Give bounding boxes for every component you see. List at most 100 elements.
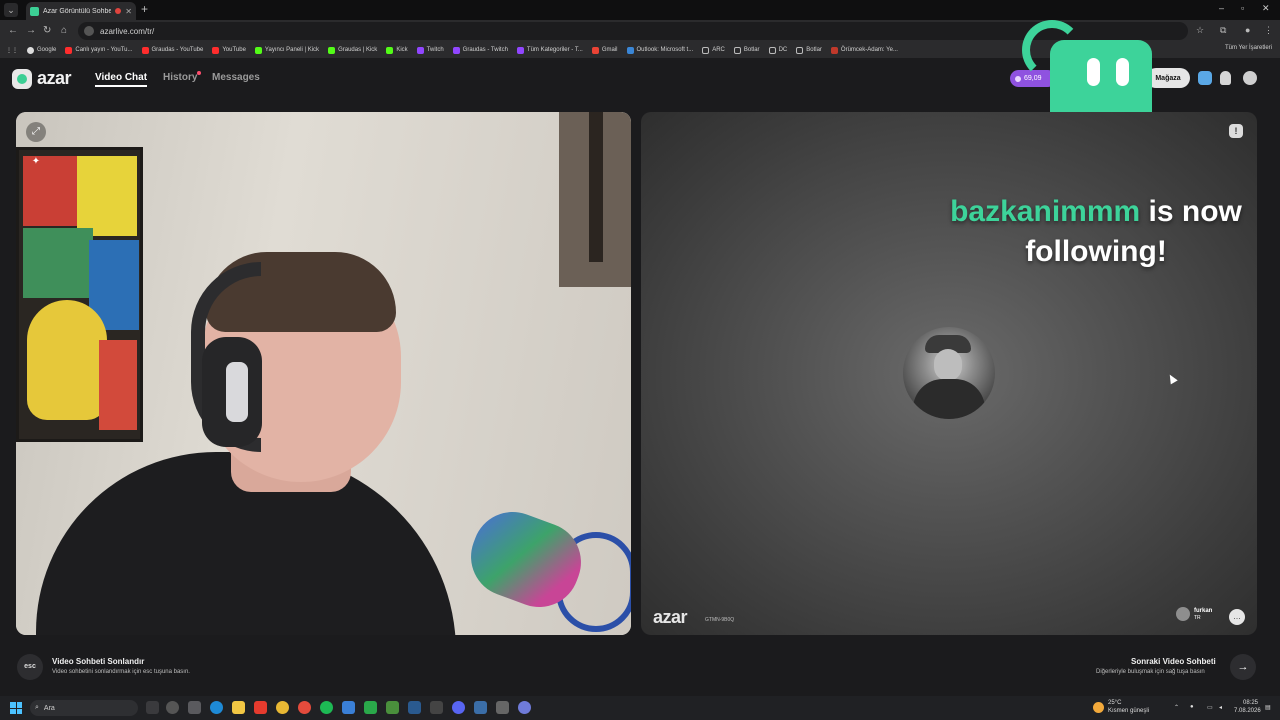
next-chat-title: Sonraki Video Sohbeti: [1131, 657, 1216, 666]
store-app-icon[interactable]: [188, 701, 201, 714]
close-window-icon[interactable]: ✕: [1262, 3, 1270, 14]
maximize-icon[interactable]: ▫: [1241, 3, 1244, 13]
bookmark-label: Botlar: [806, 47, 822, 53]
bookmark-label: Tüm Kategoriler - T...: [526, 47, 583, 53]
bookmark-item[interactable]: Twitch: [416, 46, 444, 54]
new-tab-icon[interactable]: +: [141, 2, 148, 16]
youtube-app-icon[interactable]: [254, 701, 267, 714]
peer-avatar: [1176, 607, 1190, 621]
avatar-face: [934, 349, 962, 381]
bookmark-folder[interactable]: Botlar: [733, 46, 760, 54]
xbox-icon[interactable]: [364, 701, 377, 714]
bookmark-folder[interactable]: ARC: [702, 46, 725, 54]
extensions-icon[interactable]: ⧉: [1220, 25, 1226, 36]
file-explorer-icon[interactable]: [232, 701, 245, 714]
back-icon[interactable]: ←: [8, 25, 18, 36]
bell-icon[interactable]: [1220, 71, 1231, 85]
chrome-icon[interactable]: [276, 701, 289, 714]
nav-messages[interactable]: Messages: [212, 72, 260, 83]
weather-text: Kısmen güneşli: [1108, 708, 1150, 714]
search-icon: ⌕: [35, 704, 39, 711]
start-icon[interactable]: [10, 702, 22, 714]
app-icon[interactable]: [386, 701, 399, 714]
app-icon[interactable]: [474, 701, 487, 714]
site-info-icon[interactable]: [84, 26, 94, 36]
reload-icon[interactable]: ↻: [43, 25, 51, 36]
bookmark-item[interactable]: Canlı yayın - YouTu...: [65, 46, 133, 54]
bookmark-item[interactable]: Google: [27, 46, 56, 54]
bookmark-item[interactable]: Graudas | Kick: [328, 46, 377, 54]
twitch-icon: [516, 46, 524, 54]
bookmark-item[interactable]: Yayıncı Paneli | Kick: [254, 46, 319, 54]
profile-icon[interactable]: ●: [1245, 25, 1250, 35]
apps-grid-icon[interactable]: ⋮⋮: [6, 47, 18, 54]
magic-wand-icon[interactable]: ✦: [26, 152, 46, 172]
bookmark-label: Canlı yayın - YouTu...: [75, 47, 133, 53]
bookmark-label: YouTube: [222, 47, 246, 53]
app-icon[interactable]: [430, 701, 443, 714]
browser-menu-icon[interactable]: ⋮: [1264, 25, 1273, 36]
bookmark-item[interactable]: Gmail: [591, 46, 618, 54]
painting-shape: [77, 156, 137, 236]
home-icon[interactable]: ⌂: [61, 25, 67, 36]
close-tab-icon[interactable]: ✕: [125, 7, 132, 16]
browser-tab[interactable]: Azar Görüntülü Sohbet & V ✕: [26, 2, 136, 20]
tab-list-icon[interactable]: ⌄: [4, 3, 18, 17]
microphone-tray-icon[interactable]: ●: [1190, 704, 1194, 710]
bookmark-star-icon[interactable]: ☆: [1196, 25, 1204, 36]
app-icon[interactable]: [298, 701, 311, 714]
minimize-icon[interactable]: –: [1219, 3, 1224, 13]
volume-icon[interactable]: ◂: [1219, 704, 1222, 711]
url-field[interactable]: azarlive.com/tr/: [78, 22, 1188, 40]
app-icon[interactable]: [496, 701, 509, 714]
guitar-neck: [589, 112, 603, 262]
user-profile-icon[interactable]: [1243, 71, 1257, 85]
bookmark-item[interactable]: Graudas - YouTube: [141, 46, 203, 54]
next-chat-button[interactable]: →: [1230, 654, 1256, 680]
spotify-icon[interactable]: [320, 701, 333, 714]
weather-icon[interactable]: [1093, 702, 1104, 713]
media-icon[interactable]: [166, 701, 179, 714]
chat-icon[interactable]: …: [1229, 609, 1245, 625]
expand-icon[interactable]: ⤢: [26, 122, 46, 142]
bookmark-label: Gmail: [601, 47, 618, 53]
bookmark-item[interactable]: YouTube: [212, 46, 246, 54]
chat-bubble-icon[interactable]: [1198, 71, 1212, 85]
discord-icon[interactable]: [452, 701, 465, 714]
forward-icon[interactable]: →: [26, 25, 36, 36]
report-shield-icon[interactable]: !: [1229, 124, 1243, 138]
notification-dot: [197, 71, 201, 75]
store-button[interactable]: Mağaza: [1146, 68, 1190, 88]
bookmark-item[interactable]: Kick: [386, 46, 408, 54]
painting-shape: [27, 300, 107, 420]
bookmark-item[interactable]: Outlook: Microsoft t...: [626, 46, 693, 54]
app-icon[interactable]: [518, 701, 531, 714]
all-bookmarks-folder[interactable]: Tüm Yer İşaretleri: [1225, 45, 1272, 51]
tray-chevron-icon[interactable]: ⌃: [1174, 704, 1179, 711]
follow-alert: bazkanimmm is now following!: [931, 192, 1257, 272]
network-icon[interactable]: ▭: [1207, 704, 1213, 711]
azar-favicon-icon: [30, 6, 39, 16]
nav-history[interactable]: History: [163, 72, 197, 83]
steam-icon[interactable]: [408, 701, 421, 714]
taskbar-search[interactable]: ⌕ Ara: [30, 700, 138, 716]
end-chat-button[interactable]: esc: [17, 654, 43, 680]
bookmark-folder[interactable]: Botlar: [796, 46, 822, 54]
taskbar: ⌕ Ara 25°C Kısmen güneşli ⌃ ● ▭ ◂ 08:25 …: [0, 696, 1280, 720]
app-icon[interactable]: [342, 701, 355, 714]
bookmark-item[interactable]: Graudas - Twitch: [452, 46, 508, 54]
azar-logo[interactable]: azar: [12, 68, 72, 89]
nav-video-chat[interactable]: Video Chat: [95, 72, 148, 87]
edge-icon[interactable]: [210, 701, 223, 714]
bookmark-item[interactable]: Örümcek-Adam: Ye...: [830, 46, 898, 54]
bookmark-folder[interactable]: DC: [768, 46, 787, 54]
folder-icon: [702, 46, 710, 54]
folder-icon: [768, 46, 776, 54]
bookmark-item[interactable]: Tüm Kategoriler - T...: [516, 46, 583, 54]
kick-icon: [386, 46, 394, 54]
notifications-icon[interactable]: ▤: [1265, 704, 1271, 711]
task-view-icon[interactable]: [146, 701, 159, 714]
peer-country: TR: [1194, 614, 1201, 621]
end-chat-hint: Video sohbetini sonlandırmak için esc tu…: [52, 669, 190, 675]
peer-info[interactable]: furkan TR: [1176, 607, 1212, 621]
